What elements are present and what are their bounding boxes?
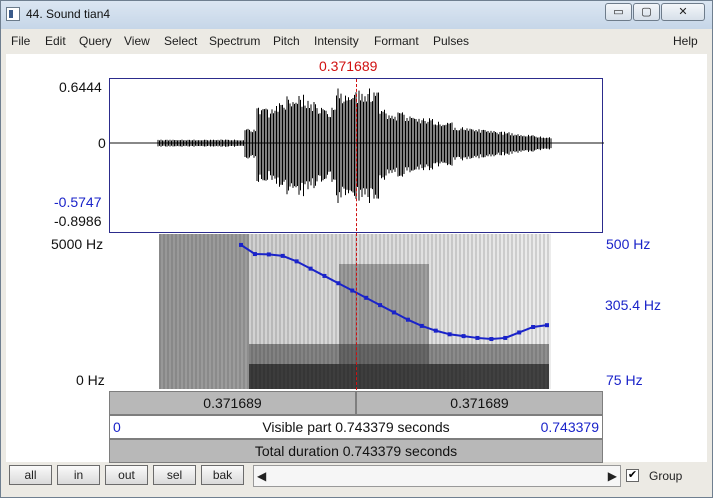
visible-part-bar[interactable]: 0 Visible part 0.743379 seconds 0.743379 bbox=[109, 415, 603, 439]
pitch-point bbox=[253, 252, 257, 256]
pitch-point bbox=[336, 281, 340, 285]
pitch-point bbox=[406, 318, 410, 322]
wave-y-min-blue: -0.5747 bbox=[54, 194, 101, 210]
pitch-point bbox=[239, 243, 243, 247]
pitch-point bbox=[475, 336, 479, 340]
spectrogram-svg bbox=[159, 234, 551, 389]
cursor-time-label: 0.371689 bbox=[319, 58, 377, 74]
group-label: Group bbox=[649, 469, 682, 483]
pitch-point bbox=[281, 254, 285, 258]
maximize-button[interactable]: ▢ bbox=[633, 3, 660, 21]
menu-select[interactable]: Select bbox=[164, 34, 197, 48]
group-checkbox[interactable]: ✔ bbox=[626, 469, 639, 482]
pitch-right-mid: 305.4 Hz bbox=[605, 297, 661, 313]
scroll-right-arrow-icon[interactable]: ▶ bbox=[608, 469, 617, 483]
praat-sound-window: 44. Sound tian4 ▭ ▢ ✕ File Edit Query Vi… bbox=[0, 0, 713, 498]
cursor-line[interactable] bbox=[356, 79, 357, 390]
zoom-sel-button[interactable]: sel bbox=[153, 465, 196, 485]
pitch-point bbox=[378, 303, 382, 307]
time-segment-left[interactable]: 0.371689 bbox=[109, 391, 356, 415]
menu-bar: File Edit Query View Select Spectrum Pit… bbox=[6, 32, 707, 52]
zoom-in-button[interactable]: in bbox=[57, 465, 100, 485]
pitch-point bbox=[517, 330, 521, 334]
visible-part-label: Visible part 0.743379 seconds bbox=[262, 419, 449, 435]
minimize-button[interactable]: ▭ bbox=[605, 3, 632, 21]
scroll-left-arrow-icon[interactable]: ◀ bbox=[257, 469, 266, 483]
praat-app-icon bbox=[6, 7, 20, 21]
pitch-right-top: 500 Hz bbox=[606, 236, 650, 252]
wave-y-min: -0.8986 bbox=[54, 213, 101, 229]
pitch-point bbox=[267, 252, 271, 256]
pitch-point bbox=[392, 310, 396, 314]
menu-help[interactable]: Help bbox=[673, 34, 698, 48]
window-title: 44. Sound tian4 bbox=[26, 7, 110, 21]
zoom-out-button[interactable]: out bbox=[105, 465, 148, 485]
time-scrollbar[interactable]: ◀ ▶ bbox=[253, 465, 621, 487]
time-segment-right[interactable]: 0.371689 bbox=[356, 391, 603, 415]
visible-start: 0 bbox=[113, 416, 121, 438]
pitch-right-bottom: 75 Hz bbox=[606, 372, 643, 388]
close-button[interactable]: ✕ bbox=[661, 3, 705, 21]
pitch-point bbox=[462, 334, 466, 338]
time-bars: 0.371689 0.371689 0 Visible part 0.74337… bbox=[109, 391, 603, 463]
menu-file[interactable]: File bbox=[11, 34, 30, 48]
pitch-point bbox=[322, 274, 326, 278]
zoom-all-button[interactable]: all bbox=[9, 465, 52, 485]
menu-formant[interactable]: Formant bbox=[374, 34, 419, 48]
pitch-point bbox=[531, 325, 535, 329]
pitch-point bbox=[434, 329, 438, 333]
pitch-point bbox=[420, 324, 424, 328]
pitch-point bbox=[364, 296, 368, 300]
menu-pulses[interactable]: Pulses bbox=[433, 34, 469, 48]
menu-query[interactable]: Query bbox=[79, 34, 112, 48]
pitch-point bbox=[448, 332, 452, 336]
visible-end: 0.743379 bbox=[541, 416, 599, 438]
pitch-point bbox=[295, 259, 299, 263]
menu-intensity[interactable]: Intensity bbox=[314, 34, 359, 48]
spec-left-bottom: 0 Hz bbox=[76, 372, 105, 388]
title-bar: 44. Sound tian4 ▭ ▢ ✕ bbox=[1, 1, 712, 29]
pitch-point bbox=[489, 337, 493, 341]
time-left-label: 0.371689 bbox=[203, 395, 261, 411]
total-duration-label: Total duration 0.743379 seconds bbox=[255, 443, 457, 459]
wave-y-zero: 0 bbox=[98, 135, 106, 151]
bottom-toolbar: all in out sel bak ◀ ▶ ✔ Group bbox=[6, 465, 707, 491]
spec-left-top: 5000 Hz bbox=[51, 236, 103, 252]
menu-pitch[interactable]: Pitch bbox=[273, 34, 300, 48]
wave-y-max: 0.6444 bbox=[59, 79, 102, 95]
pitch-point bbox=[545, 323, 549, 327]
menu-view[interactable]: View bbox=[124, 34, 150, 48]
spectrogram-panel[interactable] bbox=[159, 234, 551, 389]
waveform-trace bbox=[158, 89, 551, 204]
pitch-point bbox=[503, 336, 507, 340]
total-duration-bar[interactable]: Total duration 0.743379 seconds bbox=[109, 439, 603, 463]
zoom-back-button[interactable]: bak bbox=[201, 465, 244, 485]
menu-spectrum[interactable]: Spectrum bbox=[209, 34, 260, 48]
pitch-point bbox=[350, 289, 354, 293]
time-right-label: 0.371689 bbox=[450, 395, 508, 411]
menu-edit[interactable]: Edit bbox=[45, 34, 66, 48]
waveform-svg bbox=[110, 79, 604, 234]
pitch-point bbox=[309, 267, 313, 271]
